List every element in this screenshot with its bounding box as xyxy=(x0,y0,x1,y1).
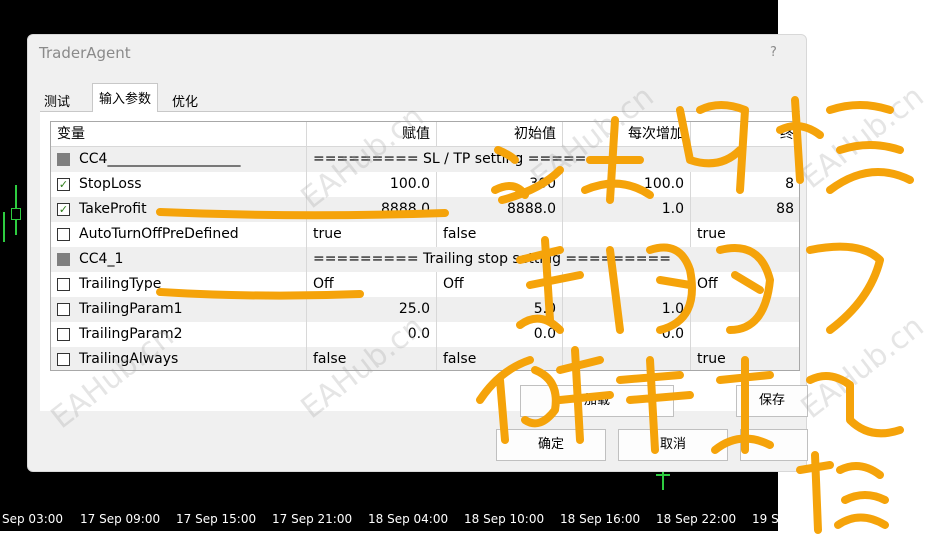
param-name: TrailingParam1 xyxy=(79,301,183,317)
param-value[interactable]: 0.0 xyxy=(307,322,437,347)
header-step[interactable]: 每次增加 xyxy=(563,122,691,147)
param-name-cell: CC4_1 xyxy=(51,247,307,272)
param-start[interactable]: 0.0 xyxy=(437,322,563,347)
param-step[interactable] xyxy=(563,347,691,370)
time-label: 19 Sep xyxy=(752,512,778,526)
param-value[interactable]: 100.0 xyxy=(307,172,437,197)
row-checkbox[interactable] xyxy=(57,328,70,341)
load-button[interactable]: 加载 xyxy=(520,385,674,417)
table-row[interactable]: TrailingType Off Off Off xyxy=(51,272,799,297)
param-name-cell: AutoTurnOffPreDefined xyxy=(51,222,307,247)
table-row[interactable]: CC4_1 ========= Trailing stop setting ==… xyxy=(51,247,799,272)
header-value[interactable]: 赋值 xyxy=(307,122,437,147)
table-row[interactable]: ✓ TakeProfit 8888.0 8888.0 1.0 88 xyxy=(51,197,799,222)
param-start[interactable]: false xyxy=(437,222,563,247)
param-name: CC4_1 xyxy=(79,251,124,267)
param-step[interactable]: 100.0 xyxy=(563,172,691,197)
tab-input-params[interactable]: 输入参数 xyxy=(92,83,159,112)
time-label: 18 Sep 04:00 xyxy=(368,512,449,526)
candle-body xyxy=(11,208,21,220)
param-name-cell: TrailingParam2 xyxy=(51,322,307,347)
cancel-button[interactable]: 取消 xyxy=(618,429,728,461)
candle-wick xyxy=(3,212,5,242)
dialog-title: TraderAgent xyxy=(39,44,131,62)
param-step[interactable]: 1.0 xyxy=(563,297,691,322)
param-name: StopLoss xyxy=(79,176,142,192)
time-label: 17 Sep 21:00 xyxy=(272,512,353,526)
row-checkbox[interactable] xyxy=(57,278,70,291)
row-checkbox[interactable] xyxy=(57,153,70,166)
param-step[interactable]: 1.0 xyxy=(563,197,691,222)
param-start[interactable]: Off xyxy=(437,272,563,297)
param-stop[interactable]: 88 xyxy=(691,197,799,222)
time-label: 17 Sep 09:00 xyxy=(80,512,161,526)
ok-button[interactable]: 确定 xyxy=(496,429,606,461)
table-row[interactable]: TrailingParam2 0.0 0.0 0.0 xyxy=(51,322,799,347)
param-value[interactable]: 8888.0 xyxy=(307,197,437,222)
table-row[interactable]: ✓ StopLoss 100.0 300 100.0 8 xyxy=(51,172,799,197)
trader-agent-dialog: TraderAgent ? 测试 输入参数 优化 变量 赋值 初始值 每次增加 … xyxy=(27,34,808,472)
tab-test[interactable]: 测试 xyxy=(38,87,77,111)
param-name-cell: CC4___________________ xyxy=(51,147,307,172)
watermark-text: EAHub.cn xyxy=(794,309,931,426)
param-name-cell: TrailingParam1 xyxy=(51,297,307,322)
param-name: TrailingType xyxy=(79,276,162,292)
param-name: CC4___________________ xyxy=(79,151,241,167)
param-start[interactable]: 5.0 xyxy=(437,297,563,322)
row-checkbox[interactable] xyxy=(57,228,70,241)
row-checkbox[interactable] xyxy=(57,303,70,316)
table-row[interactable]: TrailingParam1 25.0 5.0 1.0 xyxy=(51,297,799,322)
param-stop[interactable]: Off xyxy=(691,272,799,297)
tab-optimize[interactable]: 优化 xyxy=(166,87,205,111)
watermark-text: EAHub.cn xyxy=(794,79,931,196)
param-stop[interactable] xyxy=(691,322,799,347)
param-name: TakeProfit xyxy=(79,201,147,217)
param-step[interactable] xyxy=(563,272,691,297)
time-label: 18 Sep 16:00 xyxy=(560,512,641,526)
table-row[interactable]: TrailingAlways false false true xyxy=(51,347,799,370)
candle-body xyxy=(656,474,670,476)
time-axis: Sep 03:00 17 Sep 09:00 17 Sep 15:00 17 S… xyxy=(0,506,778,531)
param-value[interactable]: true xyxy=(307,222,437,247)
time-label: 17 Sep 15:00 xyxy=(176,512,257,526)
param-name-cell: TrailingAlways xyxy=(51,347,307,370)
time-label: 18 Sep 22:00 xyxy=(656,512,737,526)
separator-label: ========= SL / TP setting ========= xyxy=(313,151,634,167)
param-start[interactable]: 8888.0 xyxy=(437,197,563,222)
param-name-cell: TrailingType xyxy=(51,272,307,297)
header-stop[interactable]: 终 xyxy=(691,122,799,147)
save-button[interactable]: 保存 xyxy=(736,385,808,417)
help-button[interactable]: ? xyxy=(770,45,777,60)
param-name-cell: ✓ StopLoss xyxy=(51,172,307,197)
header-variable[interactable]: 变量 xyxy=(51,122,307,147)
param-name: TrailingAlways xyxy=(79,351,179,367)
row-checkbox[interactable]: ✓ xyxy=(57,178,70,191)
param-name: TrailingParam2 xyxy=(79,326,183,342)
param-step[interactable]: 0.0 xyxy=(563,322,691,347)
param-value[interactable]: 25.0 xyxy=(307,297,437,322)
grid-header: 变量 赋值 初始值 每次增加 终 xyxy=(51,122,799,147)
param-value[interactable]: false xyxy=(307,347,437,370)
param-stop[interactable] xyxy=(691,297,799,322)
time-label: Sep 03:00 xyxy=(2,512,64,526)
table-row[interactable]: CC4___________________ ========= SL / TP… xyxy=(51,147,799,172)
time-label: 18 Sep 10:00 xyxy=(464,512,545,526)
param-name: AutoTurnOffPreDefined xyxy=(79,226,239,242)
header-start[interactable]: 初始值 xyxy=(437,122,563,147)
param-stop[interactable]: true xyxy=(691,347,799,370)
row-checkbox[interactable] xyxy=(57,353,70,366)
param-step[interactable] xyxy=(563,222,691,247)
param-stop[interactable]: true xyxy=(691,222,799,247)
table-row[interactable]: AutoTurnOffPreDefined true false true xyxy=(51,222,799,247)
param-name-cell: ✓ TakeProfit xyxy=(51,197,307,222)
extra-button[interactable] xyxy=(740,429,808,461)
param-start[interactable]: 300 xyxy=(437,172,563,197)
param-value[interactable]: Off xyxy=(307,272,437,297)
row-checkbox[interactable]: ✓ xyxy=(57,203,70,216)
param-start[interactable]: false xyxy=(437,347,563,370)
separator-label: ========= Trailing stop setting ========… xyxy=(313,251,671,267)
params-grid: 变量 赋值 初始值 每次增加 终 CC4___________________ … xyxy=(50,121,800,371)
param-stop[interactable]: 8 xyxy=(691,172,799,197)
row-checkbox[interactable] xyxy=(57,253,70,266)
